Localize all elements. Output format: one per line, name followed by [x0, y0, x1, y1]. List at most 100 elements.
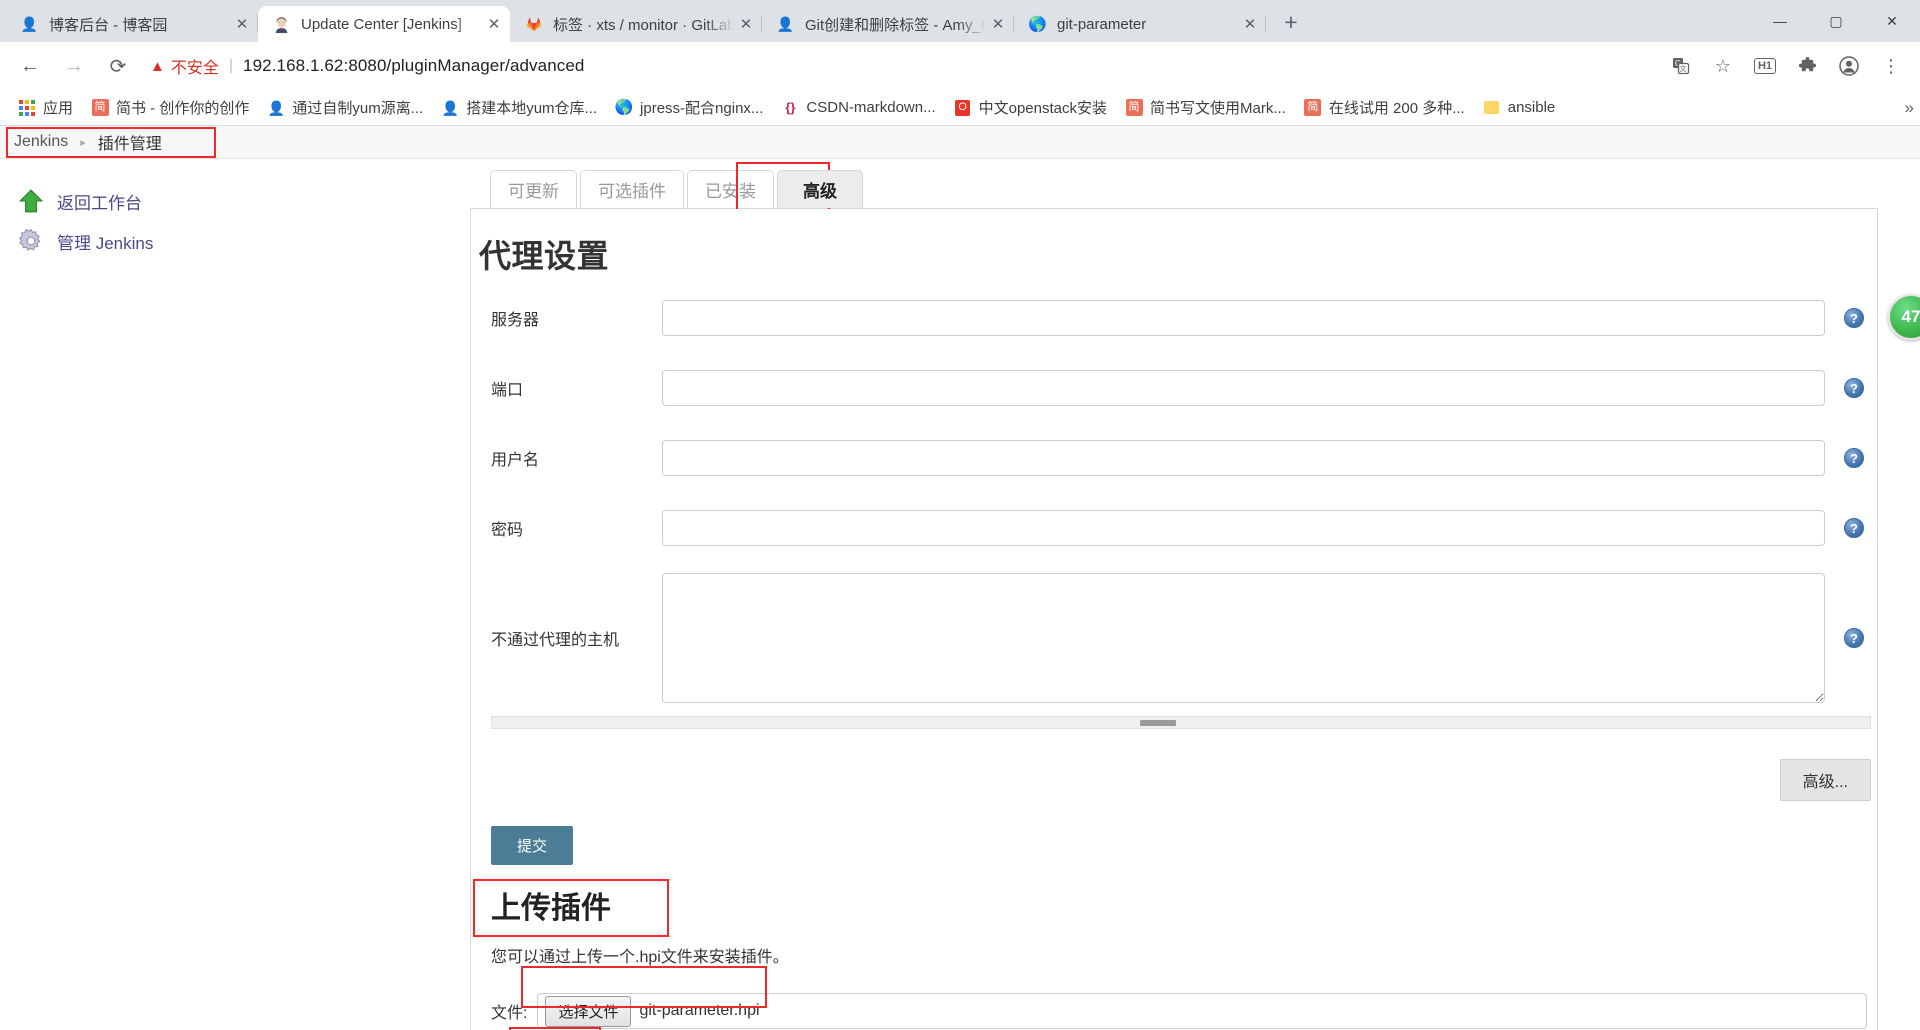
scrollbar-thumb[interactable] [1139, 720, 1176, 726]
bookmark-apps[interactable]: 应用 [10, 93, 81, 122]
bookmark-item-1[interactable]: 简 简书 - 创作你的创作 [83, 93, 257, 122]
h1-extension-badge[interactable]: H1 [1747, 48, 1783, 84]
bookmark-item-3[interactable]: 👤 搭建本地yum仓库... [433, 93, 605, 122]
bookmark-star-icon[interactable]: ☆ [1705, 48, 1741, 84]
profile-avatar-icon[interactable] [1831, 48, 1867, 84]
server-input[interactable] [662, 300, 1825, 336]
help-icon[interactable]: ? [1844, 628, 1864, 648]
form-row-username: 用户名 ? [471, 423, 1877, 493]
security-warning[interactable]: ▲ 不安全 [150, 54, 219, 78]
plugin-manager-tabs: 可更新 可选插件 已安装 高级 [470, 159, 1878, 217]
bookmark-item-9[interactable]: ansible [1475, 95, 1564, 121]
help-icon[interactable]: ? [1844, 448, 1864, 468]
jianshu-icon: 简 [91, 99, 109, 117]
browser-tab-4[interactable]: 🌎 git-parameter ✕ [1014, 6, 1266, 42]
forward-icon[interactable]: → [54, 46, 94, 86]
help-icon[interactable]: ? [1844, 308, 1864, 328]
tab-advanced[interactable]: 高级 [777, 170, 863, 208]
omnibox-separator: | [228, 57, 234, 74]
cnblogs-icon: 👤 [776, 16, 795, 32]
bookmark-item-5[interactable]: {} CSDN-markdown... [773, 95, 943, 121]
choose-file-button[interactable]: 选择文件 [545, 995, 632, 1027]
bookmark-item-4[interactable]: 🌎 jpress-配合nginx... [607, 93, 771, 122]
bookmark-label: 搭建本地yum仓库... [466, 100, 598, 117]
chrome-menu-icon[interactable]: ⋮ [1873, 48, 1909, 84]
close-icon[interactable]: ✕ [230, 12, 254, 36]
help-icon[interactable]: ? [1844, 378, 1864, 398]
browser-tab-2[interactable]: 标签 · xts / monitor · GitLab ✕ [510, 6, 762, 42]
bookmark-label: 中文openstack安装 [978, 100, 1108, 117]
sidebar-item-back-to-dashboard[interactable]: 返回工作台 [18, 181, 470, 221]
tab-title: git-parameter [1057, 15, 1147, 33]
breadcrumb: Jenkins ▸ 插件管理 [0, 126, 1920, 159]
bookmark-label: 简书 - 创作你的创作 [116, 100, 250, 117]
bookmark-label: ansible [1507, 99, 1556, 116]
breadcrumb-root[interactable]: Jenkins [14, 133, 68, 151]
bookmarks-overflow-icon[interactable]: » [1905, 98, 1914, 118]
globe-icon: 🌎 [614, 99, 634, 116]
no-proxy-hosts-label: 不通过代理的主机 [491, 632, 620, 649]
jenkins-page: Jenkins ▸ 插件管理 返回工作台 管理 Jenkins 可更新 可选插件… [0, 126, 1920, 1030]
username-input[interactable] [662, 440, 1825, 476]
breadcrumb-current[interactable]: 插件管理 [98, 130, 162, 154]
form-row-no-proxy-hosts: 不通过代理的主机 ? [471, 563, 1877, 713]
form-row-server: 服务器 ? [471, 283, 1877, 353]
username-label: 用户名 [491, 452, 540, 469]
bookmark-label: 简书写文使用Mark... [1150, 100, 1286, 117]
password-input[interactable] [662, 510, 1825, 546]
submit-button[interactable]: 提交 [491, 826, 574, 865]
folder-icon [1483, 99, 1501, 117]
browser-tab-0[interactable]: 👤 博客后台 - 博客园 ✕ [6, 6, 258, 42]
jenkins-sidebar: 返回工作台 管理 Jenkins [0, 159, 470, 261]
selected-file-name: git-parameter.hpi [639, 1002, 760, 1019]
up-arrow-icon [18, 188, 44, 214]
browser-tab-3[interactable]: 👤 Git创建和删除标签 - Amy_Hu - ✕ [762, 6, 1014, 42]
warning-triangle-icon: ▲ [150, 57, 165, 75]
sidebar-item-label: 管理 Jenkins [57, 233, 154, 253]
tab-updates[interactable]: 可更新 [490, 170, 577, 208]
close-icon[interactable]: ✕ [482, 12, 506, 36]
close-icon[interactable]: ✕ [1238, 12, 1262, 36]
extensions-puzzle-icon[interactable] [1789, 48, 1825, 84]
tab-installed[interactable]: 已安装 [687, 170, 774, 208]
port-input[interactable] [662, 370, 1825, 406]
window-close-icon[interactable]: ✕ [1864, 0, 1920, 42]
cnblogs-icon: 👤 [267, 99, 286, 116]
close-icon[interactable]: ✕ [734, 12, 758, 36]
close-icon[interactable]: ✕ [986, 12, 1010, 36]
translate-icon[interactable]: G 文 [1663, 48, 1699, 84]
upload-plugin-title: 上传插件 [491, 892, 611, 925]
maximize-icon[interactable]: ▢ [1808, 0, 1864, 42]
bookmark-item-8[interactable]: 简 在线试用 200 多种... [1296, 93, 1473, 122]
back-icon[interactable]: ← [10, 46, 50, 86]
address-bar[interactable]: ▲ 不安全 | 192.168.1.62:8080/pluginManager/… [150, 49, 1654, 83]
csdn-icon: {} [785, 100, 796, 115]
form-row-password: 密码 ? [471, 493, 1877, 563]
cnblogs-icon: 👤 [20, 16, 39, 32]
new-tab-button[interactable]: + [1274, 5, 1308, 39]
file-input-control[interactable]: 选择文件 git-parameter.hpi [537, 993, 1867, 1029]
help-icon[interactable]: ? [1844, 518, 1864, 538]
bookmark-item-2[interactable]: 👤 通过自制yum源离... [259, 93, 431, 122]
advanced-options-button[interactable]: 高级... [1779, 759, 1871, 801]
jianshu-icon: 简 [1125, 99, 1143, 117]
minimize-icon[interactable]: — [1752, 0, 1808, 42]
advanced-panel: 代理设置 服务器 ? 端口 ? 用户名 ? 密码 ? 不通过代理的主机 ? 高级… [470, 209, 1878, 1030]
tab-available[interactable]: 可选插件 [580, 170, 684, 208]
tab-title: Git创建和删除标签 - Amy_Hu - [805, 16, 986, 34]
reload-icon[interactable]: ⟳ [98, 46, 138, 86]
notification-badge[interactable]: 47 [1888, 294, 1920, 340]
jenkins-icon [272, 15, 291, 34]
toolbar-icons: G 文 ☆ H1 ⋮ [1660, 48, 1912, 84]
no-proxy-hosts-textarea[interactable] [662, 573, 1825, 703]
bookmark-item-7[interactable]: 简 简书写文使用Mark... [1117, 93, 1294, 122]
svg-text:文: 文 [1680, 64, 1687, 73]
form-row-port: 端口 ? [471, 353, 1877, 423]
bookmark-item-6[interactable]: O 中文openstack安装 [946, 93, 1115, 122]
horizontal-scrollbar[interactable] [491, 716, 1871, 729]
sidebar-item-manage-jenkins[interactable]: 管理 Jenkins [18, 221, 470, 261]
browser-tab-1[interactable]: Update Center [Jenkins] ✕ [258, 6, 510, 42]
chevron-right-icon: ▸ [80, 136, 86, 149]
globe-icon: 🌎 [1028, 15, 1047, 33]
bookmark-label: 应用 [43, 100, 74, 117]
